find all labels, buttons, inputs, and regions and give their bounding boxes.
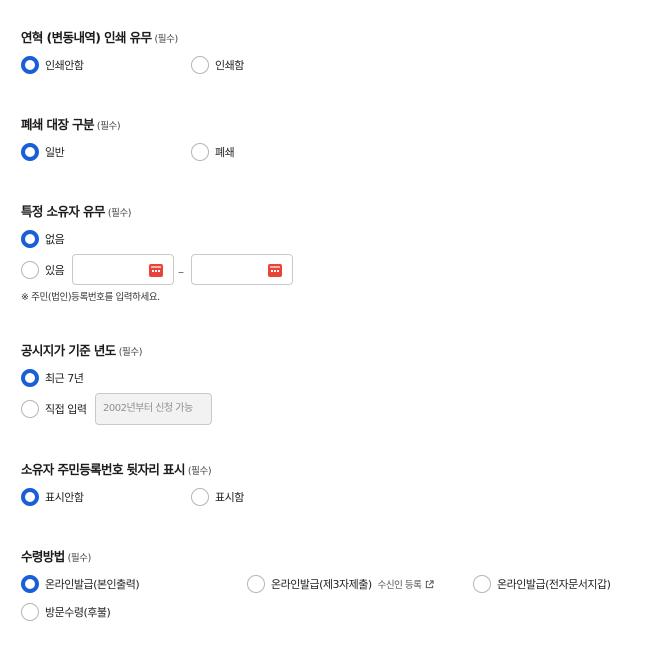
radio-unselected-icon[interactable]: [191, 56, 209, 74]
radio-unselected-icon[interactable]: [191, 488, 209, 506]
recipient-register-link[interactable]: 수신인 등록: [378, 577, 422, 591]
radio-recent-7-years[interactable]: 최근 7년: [21, 367, 84, 389]
external-link-icon[interactable]: [425, 579, 435, 589]
date-input-start[interactable]: [72, 254, 174, 285]
section-title: 연혁 (변동내역) 인쇄 유무 (필수): [21, 30, 178, 45]
radio-unselected-icon[interactable]: [21, 261, 39, 279]
radio-exists[interactable]: 있음: [21, 259, 65, 281]
radio-selected-icon[interactable]: [21, 143, 39, 161]
radio-selected-icon[interactable]: [21, 369, 39, 387]
section-receive-method: 수령방법 (필수) 온라인발급(본인출력) 온라인발급(제3자제출) 수신인 등록…: [21, 549, 651, 621]
radio-none[interactable]: 없음: [21, 228, 65, 250]
radio-general[interactable]: 일반: [21, 141, 65, 163]
radio-online-self-print[interactable]: 온라인발급(본인출력): [21, 573, 140, 595]
section-specific-owner: 특정 소유자 유무 (필수) 없음 있음 – ※ 주민(법인)등록번호를 입력하세…: [21, 204, 651, 303]
section-history-print: 연혁 (변동내역) 인쇄 유무 (필수) 인쇄안함 인쇄함: [21, 30, 651, 74]
radio-unselected-icon[interactable]: [21, 400, 39, 418]
range-separator: –: [178, 265, 184, 279]
calendar-icon[interactable]: [149, 264, 163, 277]
radio-no-print[interactable]: 인쇄안함: [21, 54, 84, 76]
owner-note: ※ 주민(법인)등록번호를 입력하세요.: [21, 292, 160, 303]
section-title: 특정 소유자 유무 (필수): [21, 204, 132, 219]
section-title: 폐쇄 대장 구분 (필수): [21, 117, 121, 132]
radio-unselected-icon[interactable]: [473, 575, 491, 593]
section-closure-ledger: 폐쇄 대장 구분 (필수) 일반 폐쇄: [21, 117, 651, 161]
calendar-icon[interactable]: [268, 264, 282, 277]
radio-show[interactable]: 표시함: [191, 486, 244, 508]
radio-unselected-icon[interactable]: [191, 143, 209, 161]
section-title: 공시지가 기준 년도 (필수): [21, 343, 143, 358]
radio-unselected-icon[interactable]: [247, 575, 265, 593]
radio-hide[interactable]: 표시안함: [21, 486, 84, 508]
section-owner-id-display: 소유자 주민등록번호 뒷자리 표시 (필수) 표시안함 표시함: [21, 462, 651, 506]
radio-selected-icon[interactable]: [21, 56, 39, 74]
section-title: 소유자 주민등록번호 뒷자리 표시 (필수): [21, 462, 212, 477]
year-input[interactable]: 2002년부터 신청 가능: [95, 393, 212, 425]
radio-visit-pickup[interactable]: 방문수령(후불): [21, 601, 111, 623]
radio-online-digital-wallet[interactable]: 온라인발급(전자문서지갑): [473, 573, 611, 595]
section-title: 수령방법 (필수): [21, 549, 91, 564]
radio-unselected-icon[interactable]: [21, 603, 39, 621]
section-base-year: 공시지가 기준 년도 (필수) 최근 7년 직접 입력 2002년부터 신청 가능: [21, 343, 651, 425]
radio-direct-input[interactable]: 직접 입력: [21, 398, 87, 420]
radio-selected-icon[interactable]: [21, 575, 39, 593]
radio-selected-icon[interactable]: [21, 488, 39, 506]
radio-selected-icon[interactable]: [21, 230, 39, 248]
radio-closed[interactable]: 폐쇄: [191, 141, 235, 163]
radio-online-third-party[interactable]: 온라인발급(제3자제출) 수신인 등록: [247, 573, 435, 595]
date-input-end[interactable]: [191, 254, 293, 285]
radio-print[interactable]: 인쇄함: [191, 54, 244, 76]
